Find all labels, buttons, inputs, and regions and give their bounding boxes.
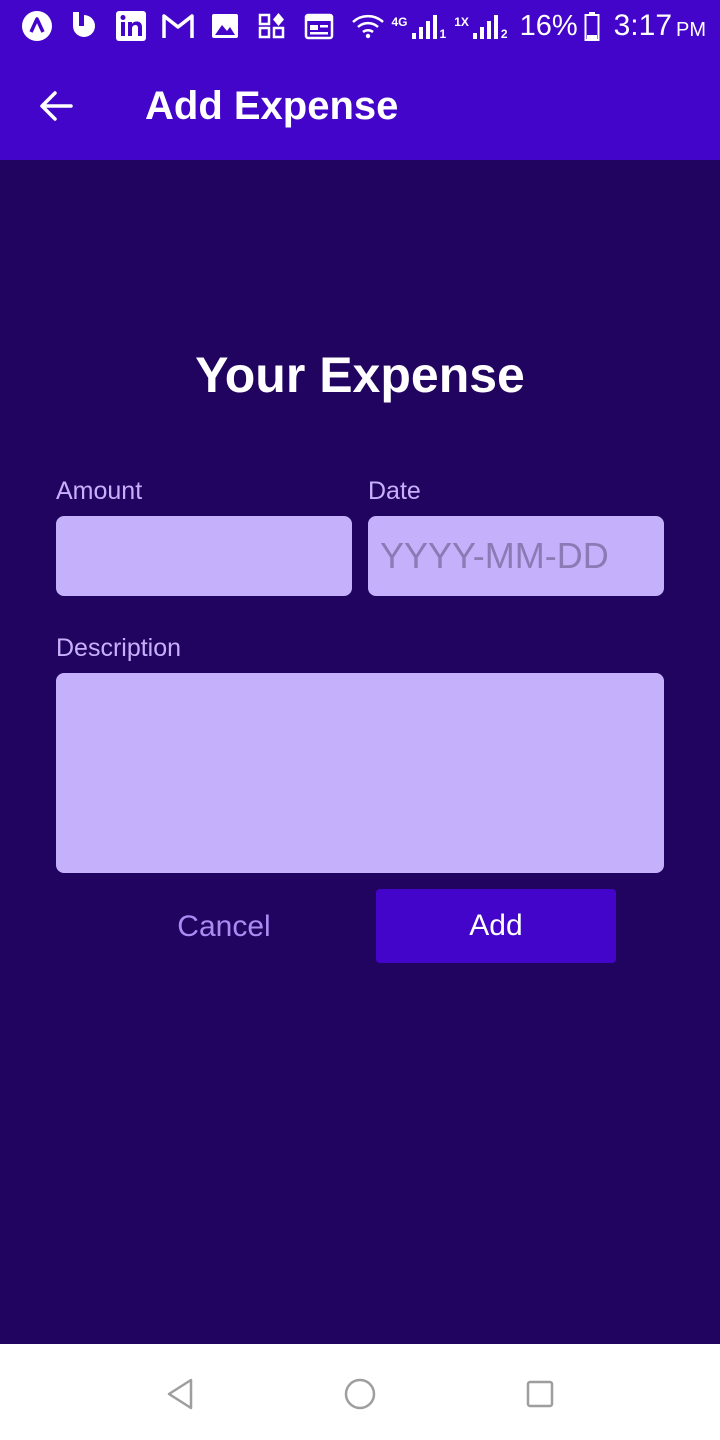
arrow-left-icon <box>38 88 74 124</box>
app-b-icon <box>67 9 101 43</box>
network1-sim: 1 <box>439 27 447 41</box>
app-a-icon <box>20 9 54 43</box>
amount-input[interactable] <box>56 516 352 596</box>
battery-percent: 16% <box>519 9 578 42</box>
battery-icon <box>584 11 600 41</box>
network1-label: 4G <box>391 15 408 29</box>
cellular-signal-1: 4G 1 <box>391 11 446 41</box>
back-button[interactable] <box>28 78 84 134</box>
description-label: Description <box>56 634 182 662</box>
system-status: 4G 1 1X 2 16% 3:17 PM <box>351 0 706 52</box>
cellular-signal-2: 1X 2 <box>454 11 508 41</box>
network2-label: 1X <box>454 15 469 29</box>
calendar-icon <box>302 9 336 43</box>
nav-back-icon <box>165 1377 195 1411</box>
form-title: Your Expense <box>195 347 525 403</box>
amount-label: Amount <box>56 477 143 505</box>
navigation-bar <box>0 1344 720 1440</box>
gmail-icon <box>161 9 195 43</box>
nav-recents-button[interactable] <box>520 1374 560 1414</box>
wifi-icon <box>351 13 385 39</box>
date-label: Date <box>368 477 421 505</box>
date-input[interactable] <box>368 516 664 596</box>
clock-ampm: PM <box>676 18 706 41</box>
notification-icons <box>20 8 349 44</box>
widgets-icon <box>255 9 289 43</box>
nav-back-button[interactable] <box>160 1374 200 1414</box>
add-button[interactable]: Add <box>376 889 616 963</box>
page-title: Add Expense <box>145 84 399 128</box>
clock-time: 3:17 <box>613 9 672 42</box>
nav-home-icon <box>343 1377 377 1411</box>
description-input[interactable] <box>56 673 664 873</box>
cancel-button[interactable]: Cancel <box>130 890 318 964</box>
linkedin-icon <box>114 9 148 43</box>
status-bar: 4G 1 1X 2 16% 3:17 PM <box>0 0 720 52</box>
nav-home-button[interactable] <box>340 1374 380 1414</box>
app-bar: Add Expense <box>0 52 720 160</box>
nav-recents-icon <box>525 1379 555 1409</box>
gallery-icon <box>208 9 242 43</box>
network2-sim: 2 <box>500 27 508 41</box>
